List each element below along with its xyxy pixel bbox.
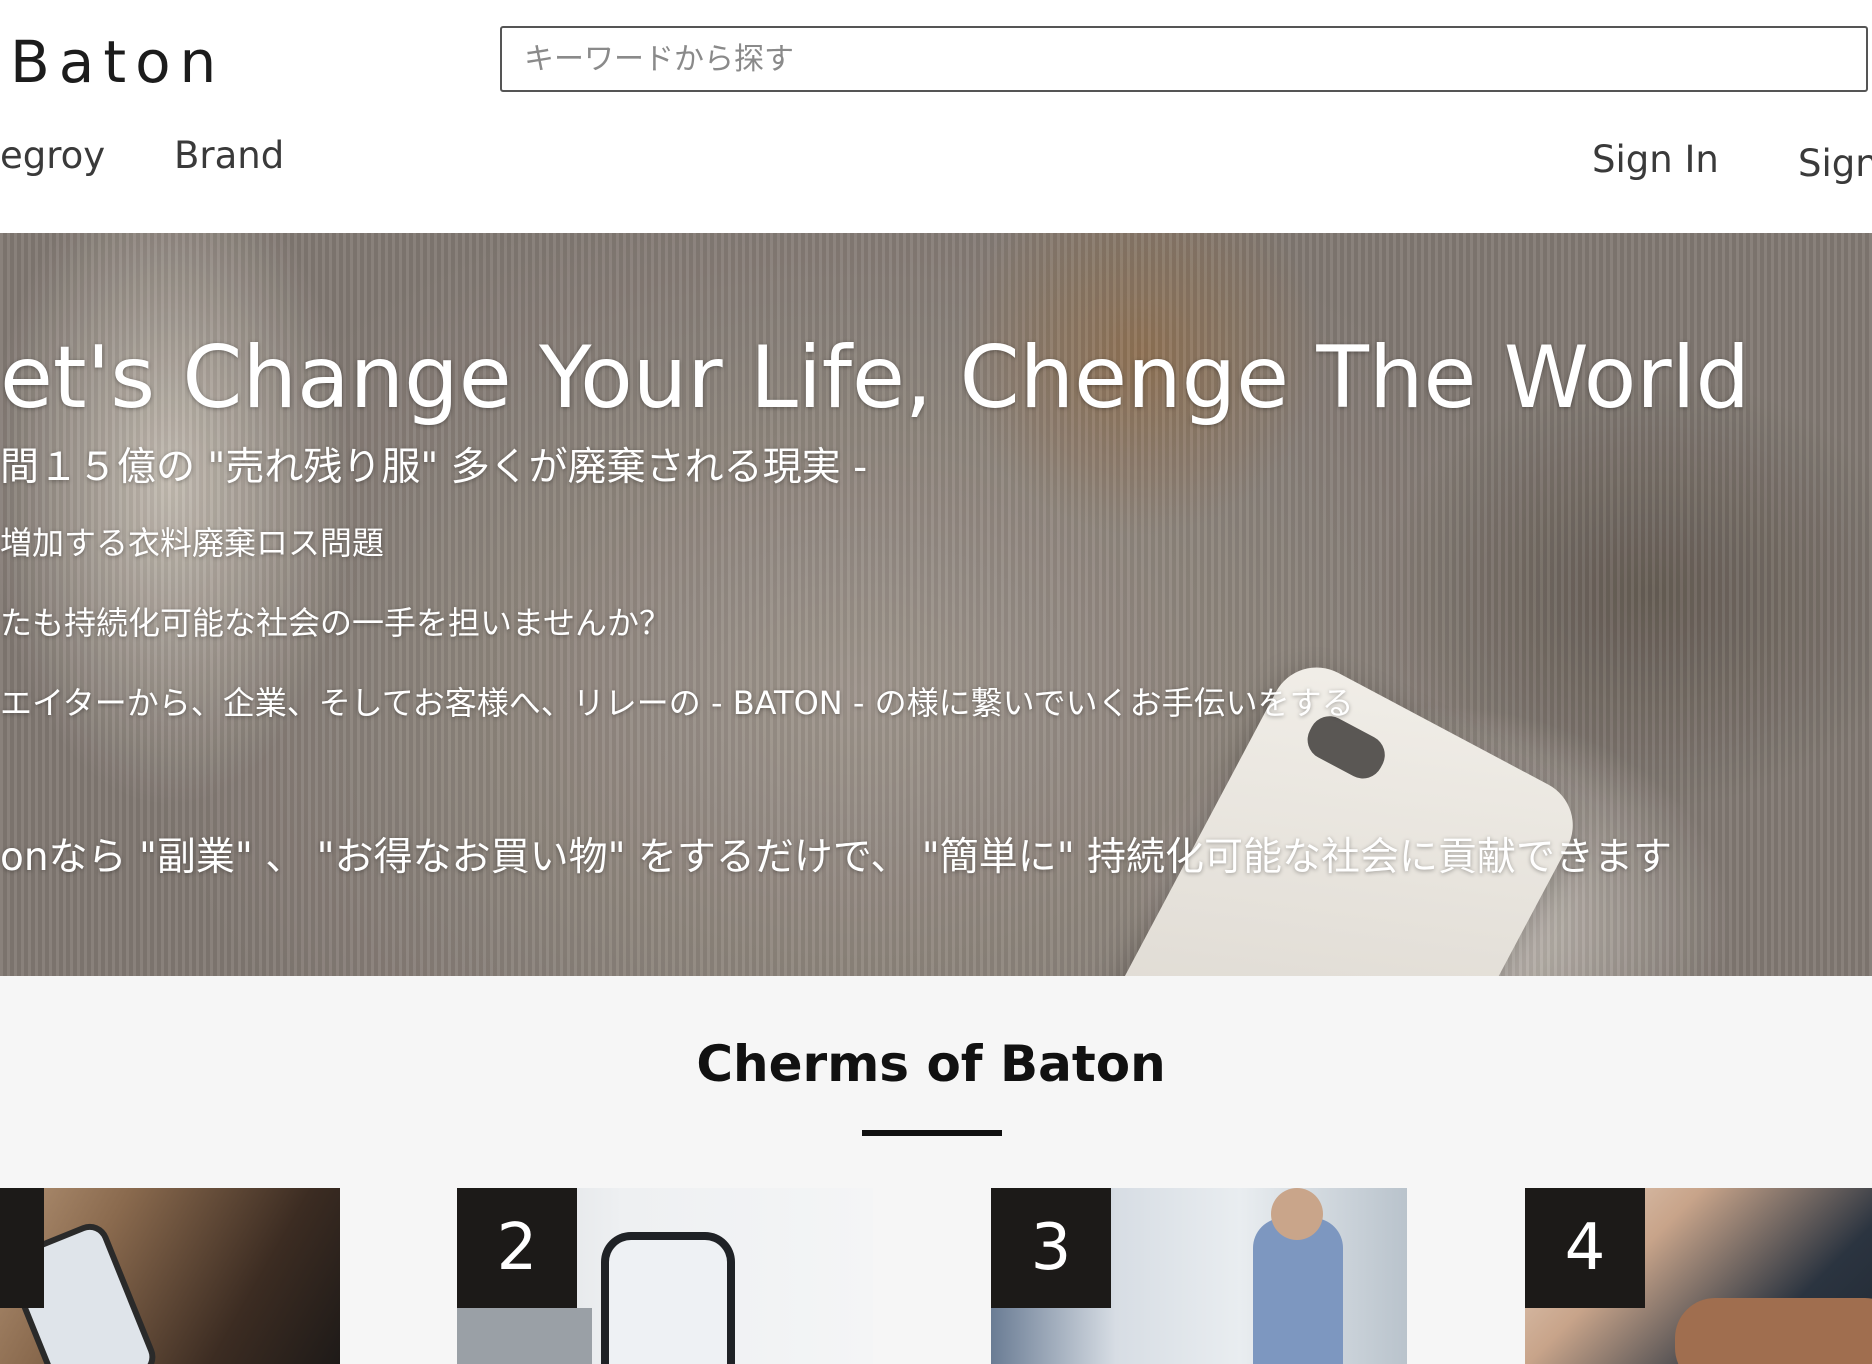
charm-card-4[interactable]: 4 — [1525, 1188, 1872, 1364]
charms-title: Cherms of Baton — [696, 1035, 1166, 1093]
charm-card-3[interactable]: 3 — [991, 1188, 1407, 1364]
charms-section: Cherms of Baton 2 3 4 — [0, 976, 1872, 1364]
hero-headline: et's Change Your Life, Chenge The World — [0, 328, 1751, 428]
charm-number-badge: 4 — [1525, 1188, 1645, 1308]
search-input[interactable] — [500, 26, 1868, 92]
nav-brand-link[interactable]: Brand — [174, 131, 284, 181]
hero-line-3: エイターから、企業、そしてお客様へ、リレーの - BATON - の様に繋いでい… — [0, 684, 1354, 722]
title-underline — [862, 1130, 1002, 1136]
hero-subhead: 間１５億の "売れ残り服" 多くが廃棄される現実 - — [0, 445, 868, 490]
charm-number-badge — [0, 1188, 44, 1308]
hero-tagline: onなら "副業" 、 "お得なお買い物" をするだけで、 "簡単に" 持続化可… — [0, 835, 1673, 880]
hero-line-1: 増加する衣料廃棄ロス問題 — [0, 524, 385, 562]
hero-line-2: たも持続化可能な社会の一手を担いませんか？ — [0, 604, 672, 642]
site-logo[interactable]: Baton — [10, 24, 225, 100]
sign-up-link[interactable]: Sign — [1798, 139, 1872, 189]
charm-card-2[interactable]: 2 — [457, 1188, 873, 1364]
charm-number-badge: 2 — [457, 1188, 577, 1308]
charm-image — [0, 1188, 340, 1364]
site-header: Baton egroy Brand Sign In Sign — [0, 0, 1872, 233]
charm-number-badge: 3 — [991, 1188, 1111, 1308]
hero-banner: et's Change Your Life, Chenge The World … — [0, 233, 1872, 976]
sign-in-link[interactable]: Sign In — [1592, 135, 1719, 185]
charm-card-1[interactable] — [0, 1188, 340, 1364]
nav-category-link[interactable]: egroy — [0, 131, 105, 181]
